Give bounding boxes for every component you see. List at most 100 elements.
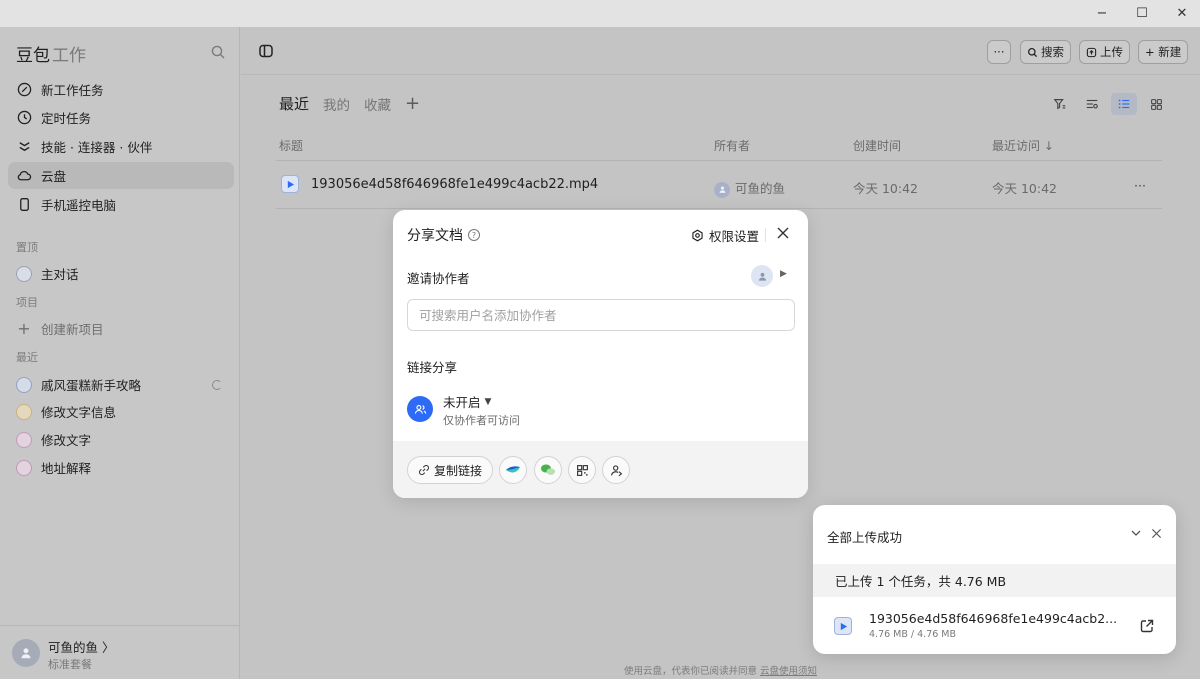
filter-icon[interactable]	[1047, 93, 1073, 115]
close-icon	[1151, 528, 1161, 538]
video-file-icon	[834, 617, 852, 635]
user-name: 可鱼的鱼 〉	[48, 640, 115, 655]
close-toast-button[interactable]	[1148, 525, 1164, 541]
uploaded-file-size: 4.76 MB / 4.76 MB	[869, 629, 957, 640]
share-actions: 复制链接	[393, 441, 808, 498]
recent-item[interactable]: 地址解释	[8, 454, 234, 481]
minimize-button[interactable]: −	[1084, 0, 1120, 27]
plus-icon: +	[17, 319, 31, 338]
search-icon[interactable]	[210, 44, 226, 60]
share-app-button[interactable]	[499, 456, 527, 484]
sidebar-toggle-icon[interactable]	[258, 43, 274, 59]
skills-icon	[16, 139, 32, 155]
permission-settings-button[interactable]: 权限设置	[691, 226, 759, 245]
projects-section-label: 项目	[16, 296, 38, 309]
more-button[interactable]: ···	[987, 40, 1011, 64]
uploaded-file-name: 193056e4d58f646968fe1e499c4acb2...	[869, 611, 1118, 626]
file-created: 今天 10:42	[853, 181, 918, 196]
recent-item[interactable]: 修改文字信息	[8, 398, 234, 425]
column-header-owner: 所有者	[714, 139, 751, 153]
collaborator-search-input[interactable]	[407, 299, 795, 331]
nav-scheduled-tasks[interactable]: 定时任务	[8, 104, 234, 131]
share-to-user-button[interactable]	[602, 456, 630, 484]
owner-name: 可鱼的鱼	[735, 181, 786, 196]
nav-skills[interactable]: 技能 · 连接器 · 伙伴	[8, 133, 234, 160]
close-window-button[interactable]: ✕	[1164, 0, 1200, 27]
invite-label: 邀请协作者	[407, 271, 470, 286]
row-more-button[interactable]: ···	[1134, 178, 1146, 193]
divider	[276, 208, 1162, 209]
qr-code-icon	[576, 464, 588, 476]
top-toolbar: ··· 搜索 上传 + 新建	[241, 27, 1200, 75]
terms-note: 使用云盘，代表你已阅读并同意 云盘使用须知	[241, 663, 1200, 677]
upload-label: 上传	[1100, 45, 1123, 59]
table-row[interactable]: 193056e4d58f646968fe1e499c4acb22.mp4	[281, 175, 598, 193]
add-tab-button[interactable]: +	[405, 94, 420, 113]
cloud-icon	[16, 168, 32, 184]
video-file-icon	[281, 175, 299, 193]
caret-down-icon: ▼	[484, 396, 492, 407]
loading-spinner-icon	[212, 379, 222, 390]
search-button[interactable]: 搜索	[1020, 40, 1071, 64]
close-dialog-button[interactable]	[773, 223, 793, 243]
share-wechat-button[interactable]	[534, 456, 562, 484]
copy-link-label: 复制链接	[434, 463, 483, 478]
maximize-button[interactable]: ☐	[1124, 0, 1160, 27]
dialog-title-text: 分享文档	[407, 228, 463, 244]
open-external-icon[interactable]	[1139, 618, 1155, 634]
upload-button[interactable]: 上传	[1079, 40, 1130, 64]
file-owner: 可鱼的鱼	[714, 178, 785, 198]
collapse-toast-button[interactable]	[1128, 525, 1144, 541]
search-label: 搜索	[1041, 45, 1064, 59]
lark-icon	[506, 466, 520, 473]
column-header-title: 标题	[279, 139, 304, 153]
column-header-created: 创建时间	[853, 139, 902, 153]
user-profile[interactable]: 可鱼的鱼 〉 标准套餐	[0, 625, 240, 679]
phone-icon	[16, 197, 32, 213]
column-header-accessed[interactable]: 最近访问 ↓	[992, 137, 1054, 154]
sort-icon[interactable]	[1079, 93, 1105, 115]
collaborators-avatar[interactable]	[751, 265, 773, 287]
tab-recent[interactable]: 最近	[279, 93, 309, 114]
permission-settings-label: 权限设置	[709, 229, 760, 244]
recent-section-label: 最近	[16, 351, 38, 364]
dialog-title: 分享文档 ?	[407, 225, 480, 245]
chat-label: 修改文字信息	[41, 405, 117, 420]
terms-link[interactable]: 云盘使用须知	[760, 666, 817, 677]
chat-label: 主对话	[41, 267, 79, 282]
nav-label: 手机遥控电脑	[41, 198, 117, 213]
share-dialog: 分享文档 ? 权限设置 邀请协作者 ▶ 链接分享 未开启 ▼ 仅协作者可访问 复…	[393, 210, 808, 498]
create-project-button[interactable]: + 创建新项目	[8, 315, 234, 342]
tab-mine[interactable]: 我的	[323, 94, 350, 114]
file-name: 193056e4d58f646968fe1e499c4acb22.mp4	[311, 176, 599, 192]
nav-label: 技能 · 连接器 · 伙伴	[41, 140, 153, 155]
nav-phone-control[interactable]: 手机遥控电脑	[8, 191, 234, 218]
chat-bubble-icon	[16, 459, 32, 476]
pinned-item-main-chat[interactable]: 主对话	[8, 260, 234, 287]
tab-favorites[interactable]: 收藏	[364, 94, 391, 114]
avatar	[12, 639, 40, 667]
recent-item[interactable]: 戚风蛋糕新手攻略	[8, 371, 234, 398]
nav-cloud-drive[interactable]: 云盘	[8, 162, 234, 189]
avatar	[714, 181, 730, 198]
divider	[276, 160, 1162, 161]
copy-link-button[interactable]: 复制链接	[407, 456, 494, 484]
brand-name: 豆包	[16, 46, 50, 66]
list-view-icon[interactable]	[1111, 93, 1137, 115]
nav-label: 新工作任务	[41, 83, 104, 98]
recent-item[interactable]: 修改文字	[8, 426, 234, 453]
new-button[interactable]: + 新建	[1138, 40, 1189, 64]
grid-view-icon[interactable]	[1143, 93, 1169, 115]
nav-new-task[interactable]: 新工作任务	[8, 76, 234, 103]
upload-summary: 已上传 1 个任务，共 4.76 MB	[813, 564, 1176, 597]
link-status-dropdown[interactable]: 未开启 ▼	[443, 392, 491, 411]
window-titlebar: − ☐ ✕	[0, 0, 1200, 27]
chevron-right-icon[interactable]: ▶	[780, 269, 787, 279]
close-icon	[777, 227, 789, 239]
nav-label: 云盘	[41, 169, 67, 184]
brand-sub: 工作	[52, 46, 86, 66]
help-icon[interactable]: ?	[468, 229, 480, 241]
qr-code-button[interactable]	[568, 456, 596, 484]
wechat-icon	[541, 464, 555, 475]
pinned-section-label: 置顶	[16, 241, 38, 254]
